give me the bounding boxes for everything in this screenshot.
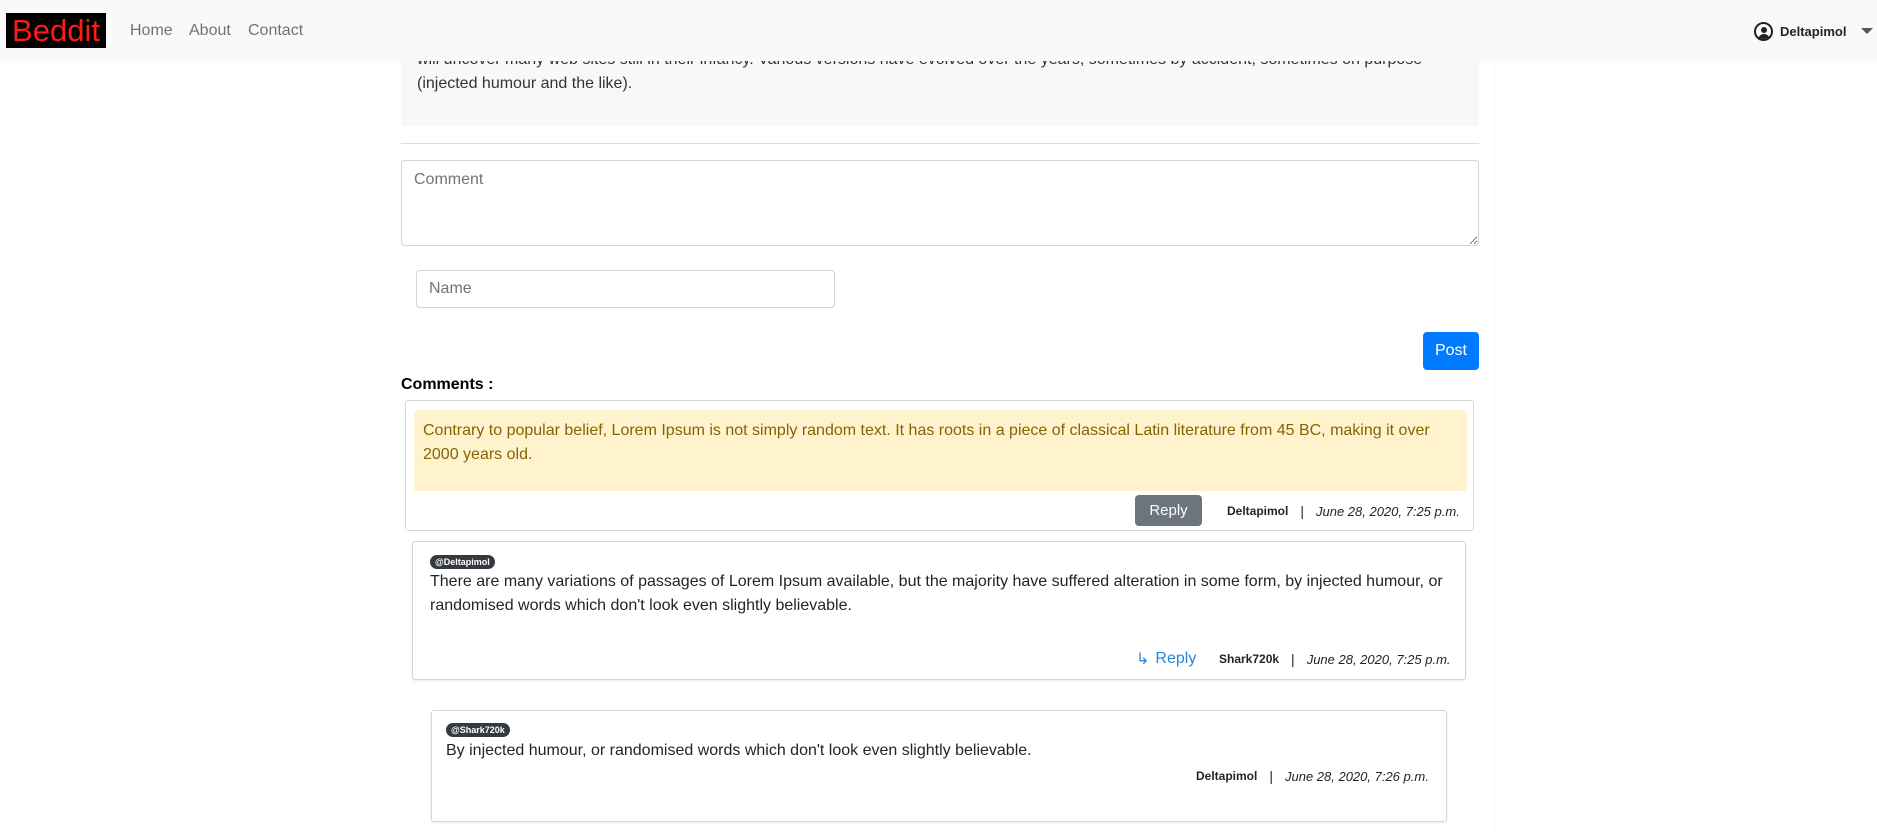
- reply-meta: Shark720k | June 28, 2020, 7:25 p.m.: [1219, 650, 1451, 668]
- reply-author[interactable]: Shark720k: [1219, 652, 1279, 666]
- navbar: Beddit Home About Contact Deltapimol: [0, 0, 1877, 61]
- reply-link-label: Reply: [1155, 650, 1197, 667]
- post-button[interactable]: Post: [1423, 332, 1479, 370]
- reply-author[interactable]: Deltapimol: [1196, 769, 1257, 783]
- comment-author[interactable]: Deltapimol: [1227, 504, 1288, 518]
- comment-text: Contrary to popular belief, Lorem Ipsum …: [423, 422, 1430, 463]
- name-input[interactable]: [416, 270, 835, 308]
- mention-badge: @Shark720k: [446, 723, 510, 737]
- user-name: Deltapimol: [1780, 23, 1847, 39]
- meta-separator: |: [1291, 651, 1295, 667]
- mention-badge: @Deltapimol: [430, 555, 495, 569]
- comment-input[interactable]: [401, 160, 1479, 246]
- meta-separator: |: [1269, 768, 1273, 784]
- reply-link[interactable]: ↳ Reply: [1136, 647, 1196, 671]
- reply-date: June 28, 2020, 7:26 p.m.: [1284, 768, 1429, 784]
- user-circle-icon: [1754, 21, 1773, 41]
- caret-down-icon: [1861, 28, 1874, 34]
- nav-link-home[interactable]: Home: [130, 21, 173, 41]
- reply-card: [431, 710, 1447, 822]
- meta-separator: |: [1300, 503, 1304, 519]
- brand-logo[interactable]: Beddit: [6, 13, 106, 48]
- comments-heading: Comments :: [401, 376, 494, 393]
- reply-button[interactable]: Reply: [1135, 495, 1202, 526]
- user-menu-dropdown[interactable]: Deltapimol: [1754, 20, 1874, 42]
- comment-meta: Deltapimol | June 28, 2020, 7:25 p.m.: [1227, 502, 1460, 520]
- divider: [401, 143, 1479, 144]
- reply-date: June 28, 2020, 7:25 p.m.: [1306, 651, 1451, 667]
- nav-link-contact[interactable]: Contact: [248, 21, 303, 41]
- comment-date: June 28, 2020, 7:25 p.m.: [1315, 503, 1460, 519]
- reply-arrow-icon: ↳: [1136, 651, 1150, 668]
- reply-text: By injected humour, or randomised words …: [446, 742, 1032, 759]
- reply-meta: Deltapimol | June 28, 2020, 7:26 p.m.: [1196, 767, 1429, 785]
- reply-text: There are many variations of passages of…: [430, 573, 1443, 614]
- nav-link-about[interactable]: About: [189, 21, 231, 41]
